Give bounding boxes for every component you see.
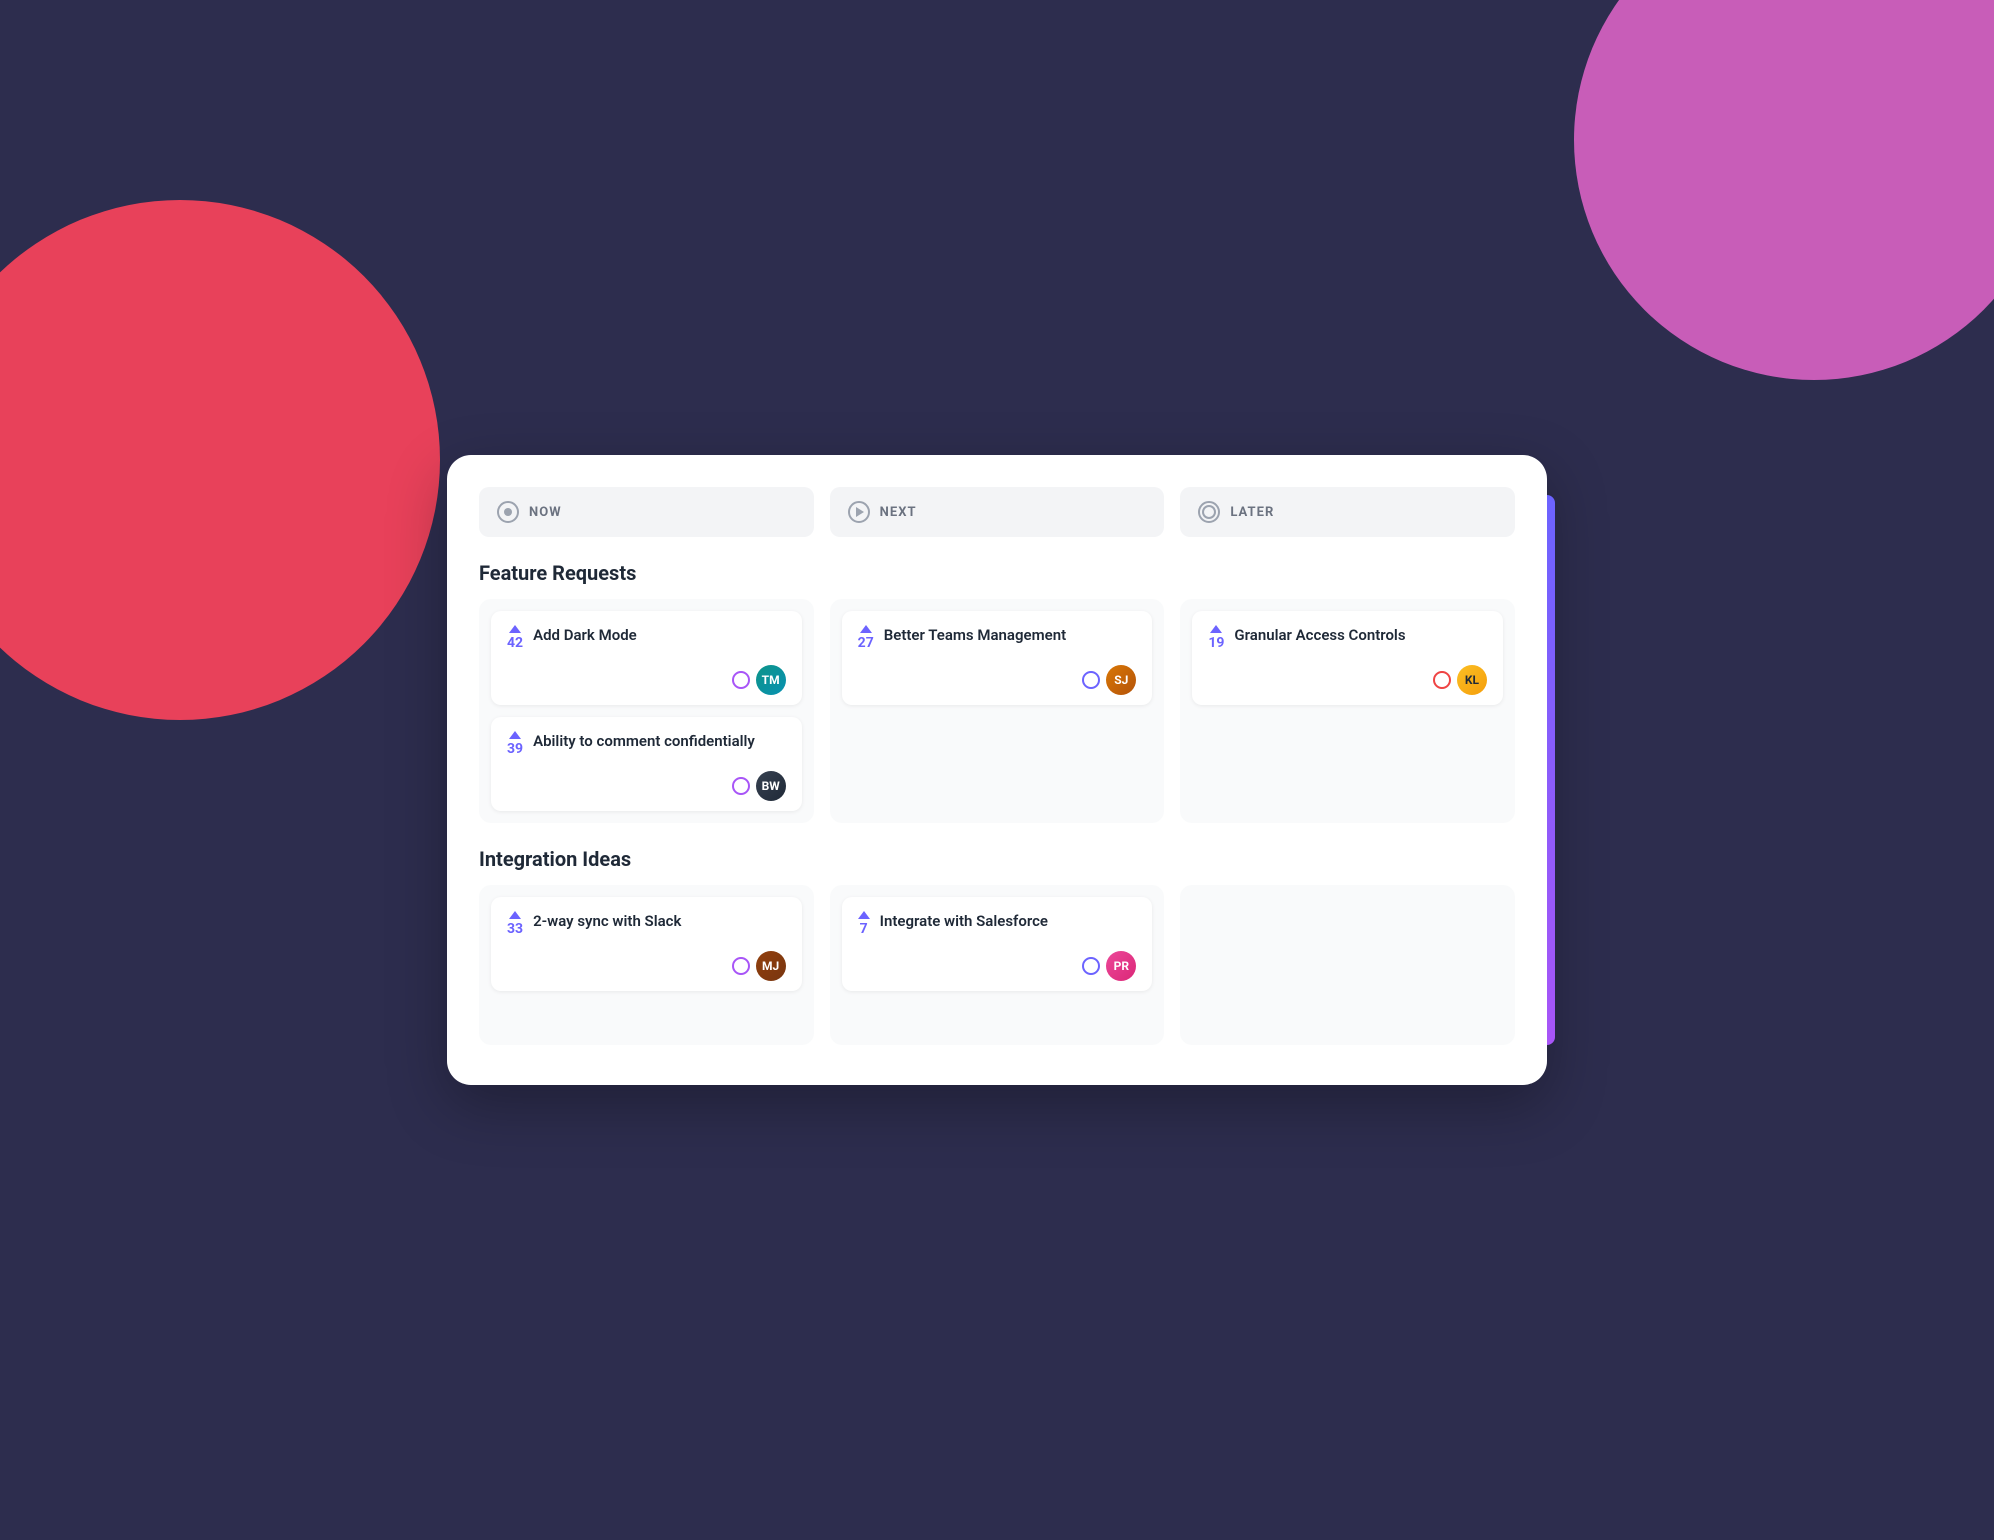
column-header-later: LATER <box>1180 487 1515 537</box>
card-title-dark-mode: Add Dark Mode <box>533 625 786 646</box>
avatar-teams: SJ <box>1106 665 1136 695</box>
integration-next-column: 7 Integrate with Salesforce PR <box>830 885 1165 1045</box>
avatar-comment: BW <box>756 771 786 801</box>
card-footer-salesforce: PR <box>858 951 1137 981</box>
section-feature-requests-grid: 42 Add Dark Mode TM 39 <box>479 599 1515 823</box>
vote-area-salesforce: 7 <box>858 911 870 937</box>
now-icon <box>497 501 519 523</box>
vote-area-dark-mode: 42 <box>507 625 523 651</box>
vote-area-granular: 19 <box>1208 625 1224 651</box>
avatar-salesforce: PR <box>1106 951 1136 981</box>
card-salesforce[interactable]: 7 Integrate with Salesforce PR <box>842 897 1153 991</box>
status-dot-granular <box>1433 671 1451 689</box>
background-circle-pink <box>0 200 440 720</box>
now-label: NOW <box>529 505 562 520</box>
next-icon <box>848 501 870 523</box>
section-title-feature-requests: Feature Requests <box>479 561 1515 585</box>
status-dot-comment <box>732 777 750 795</box>
later-label: LATER <box>1230 505 1274 520</box>
column-header-next: NEXT <box>830 487 1165 537</box>
integration-later-column-empty <box>1180 885 1515 1045</box>
feature-requests-later-column: 19 Granular Access Controls KL <box>1180 599 1515 823</box>
status-dot-teams <box>1082 671 1100 689</box>
card-footer-granular: KL <box>1208 665 1487 695</box>
card-comment-confidentially[interactable]: 39 Ability to comment confidentially BW <box>491 717 802 811</box>
card-footer-slack: MJ <box>507 951 786 981</box>
main-card: NOW NEXT LATER Feature Requests 42 Add D… <box>447 455 1547 1085</box>
avatar-granular: KL <box>1457 665 1487 695</box>
upvote-icon-granular <box>1210 625 1222 633</box>
column-header-now: NOW <box>479 487 814 537</box>
columns-header: NOW NEXT LATER <box>479 487 1515 537</box>
integration-now-column: 33 2-way sync with Slack MJ <box>479 885 814 1045</box>
card-title-comment: Ability to comment confidentially <box>533 731 786 752</box>
upvote-icon-dark-mode <box>509 625 521 633</box>
vote-count-dark-mode: 42 <box>507 635 523 651</box>
status-dot-salesforce <box>1082 957 1100 975</box>
card-footer-comment: BW <box>507 771 786 801</box>
vote-area-teams: 27 <box>858 625 874 651</box>
status-dot-slack <box>732 957 750 975</box>
avatar-slack: MJ <box>756 951 786 981</box>
next-label: NEXT <box>880 505 917 520</box>
upvote-icon-teams <box>860 625 872 633</box>
vote-count-granular: 19 <box>1208 635 1224 651</box>
card-footer-dark-mode: TM <box>507 665 786 695</box>
feature-requests-now-column: 42 Add Dark Mode TM 39 <box>479 599 814 823</box>
card-title-teams: Better Teams Management <box>884 625 1137 646</box>
vote-area-comment: 39 <box>507 731 523 757</box>
vote-count-salesforce: 7 <box>860 921 868 937</box>
section-integration-ideas-grid: 33 2-way sync with Slack MJ <box>479 885 1515 1045</box>
vote-count-comment: 39 <box>507 741 523 757</box>
upvote-icon-salesforce <box>858 911 870 919</box>
card-title-salesforce: Integrate with Salesforce <box>880 911 1137 932</box>
vote-count-slack: 33 <box>507 921 523 937</box>
upvote-icon-slack <box>509 911 521 919</box>
card-title-granular: Granular Access Controls <box>1234 625 1487 646</box>
upvote-icon-comment <box>509 731 521 739</box>
card-title-slack: 2-way sync with Slack <box>533 911 786 932</box>
feature-requests-next-column: 27 Better Teams Management SJ <box>830 599 1165 823</box>
card-better-teams[interactable]: 27 Better Teams Management SJ <box>842 611 1153 705</box>
card-footer-teams: SJ <box>858 665 1137 695</box>
later-icon <box>1198 501 1220 523</box>
status-dot-dark-mode <box>732 671 750 689</box>
card-slack-sync[interactable]: 33 2-way sync with Slack MJ <box>491 897 802 991</box>
vote-count-teams: 27 <box>858 635 874 651</box>
card-granular-access[interactable]: 19 Granular Access Controls KL <box>1192 611 1503 705</box>
section-title-integration-ideas: Integration Ideas <box>479 847 1515 871</box>
avatar-dark-mode: TM <box>756 665 786 695</box>
card-add-dark-mode[interactable]: 42 Add Dark Mode TM <box>491 611 802 705</box>
background-circle-purple <box>1574 0 1994 380</box>
vote-area-slack: 33 <box>507 911 523 937</box>
